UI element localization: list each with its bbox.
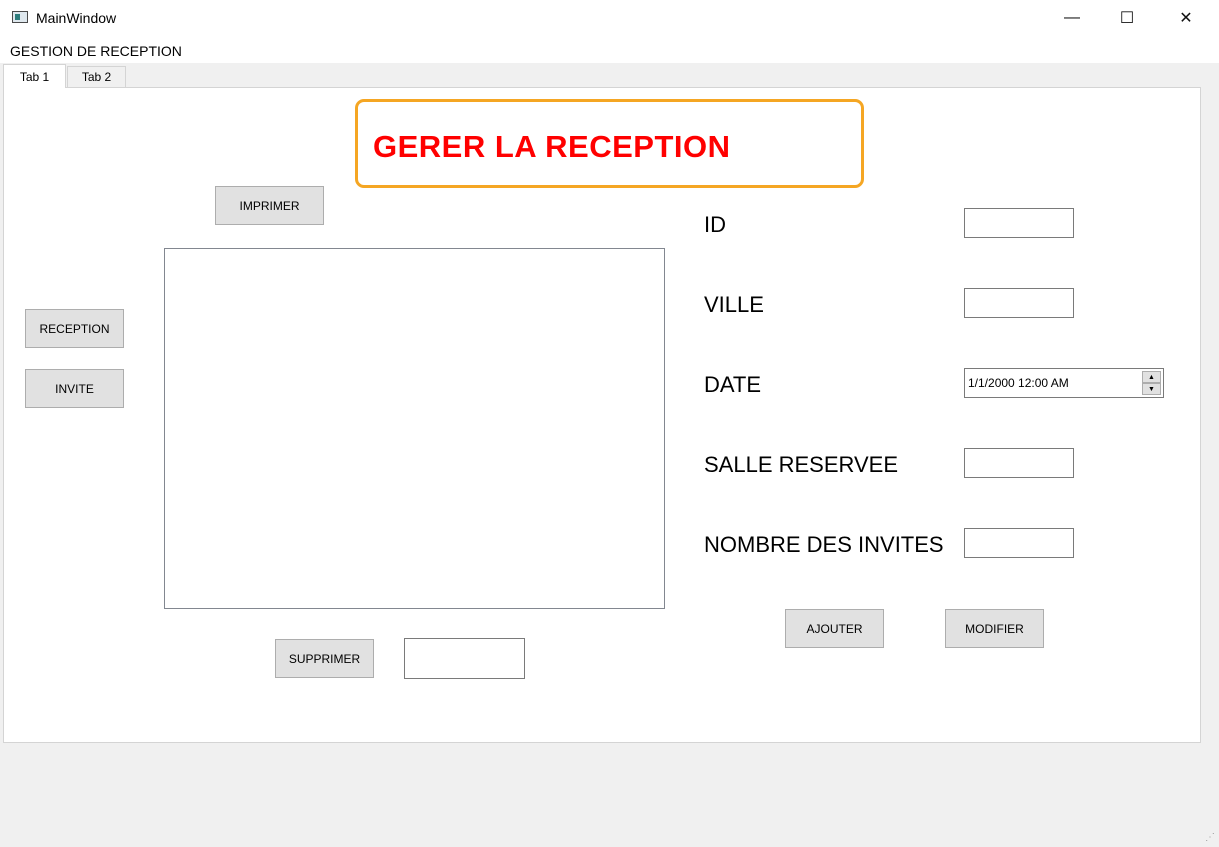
salle-reservee-label: SALLE RESERVEE: [704, 452, 899, 477]
add-button[interactable]: AJOUTER: [785, 609, 884, 648]
chevron-down-icon: ▼: [1148, 385, 1155, 393]
nombre-des-invites-label: NOMBRE DES INVITES: [704, 532, 944, 557]
delete-button[interactable]: SUPPRIMER: [275, 639, 374, 678]
reception-table-view[interactable]: [164, 248, 665, 609]
title-bar: MainWindow — ☐ ✕: [0, 0, 1219, 37]
ville-field[interactable]: [964, 288, 1074, 318]
spin-up-button[interactable]: ▲: [1142, 371, 1161, 383]
menu-gestion-de-reception[interactable]: GESTION DE RECEPTION: [10, 43, 182, 59]
chevron-up-icon: ▲: [1148, 373, 1155, 381]
id-label: ID: [704, 212, 726, 237]
spin-down-button[interactable]: ▼: [1142, 383, 1161, 395]
print-button[interactable]: IMPRIMER: [215, 186, 324, 225]
maximize-button[interactable]: ☐: [1098, 0, 1156, 36]
tab-bar: Tab 1 Tab 2: [0, 63, 1219, 88]
minimize-icon: —: [1064, 9, 1080, 26]
app-icon: [12, 11, 28, 23]
tab-1[interactable]: Tab 1: [3, 64, 66, 88]
close-icon: ✕: [1179, 10, 1193, 27]
ville-label: VILLE: [704, 292, 764, 317]
minimize-button[interactable]: —: [1043, 0, 1101, 36]
nombre-des-invites-field[interactable]: [964, 528, 1074, 558]
date-value: 1/1/2000 12:00 AM: [968, 376, 1069, 390]
id-field[interactable]: [964, 208, 1074, 238]
maximize-icon: ☐: [1119, 10, 1135, 27]
reception-button[interactable]: RECEPTION: [25, 309, 124, 348]
salle-reservee-field[interactable]: [964, 448, 1074, 478]
delete-id-input[interactable]: [404, 638, 525, 679]
tab-2[interactable]: Tab 2: [67, 66, 126, 87]
date-spinner: ▲ ▼: [1142, 371, 1161, 395]
close-button[interactable]: ✕: [1157, 0, 1215, 36]
date-label: DATE: [704, 372, 762, 397]
date-time-edit[interactable]: 1/1/2000 12:00 AM ▲ ▼: [964, 368, 1164, 398]
page-title: GERER LA RECEPTION: [373, 129, 731, 164]
window-title: MainWindow: [36, 10, 117, 26]
invite-button[interactable]: INVITE: [25, 369, 124, 408]
resize-grip-icon[interactable]: ⋰: [1205, 833, 1215, 843]
modify-button[interactable]: MODIFIER: [945, 609, 1044, 648]
header-frame: GERER LA RECEPTION: [355, 99, 864, 188]
menu-bar: GESTION DE RECEPTION: [0, 37, 1219, 63]
